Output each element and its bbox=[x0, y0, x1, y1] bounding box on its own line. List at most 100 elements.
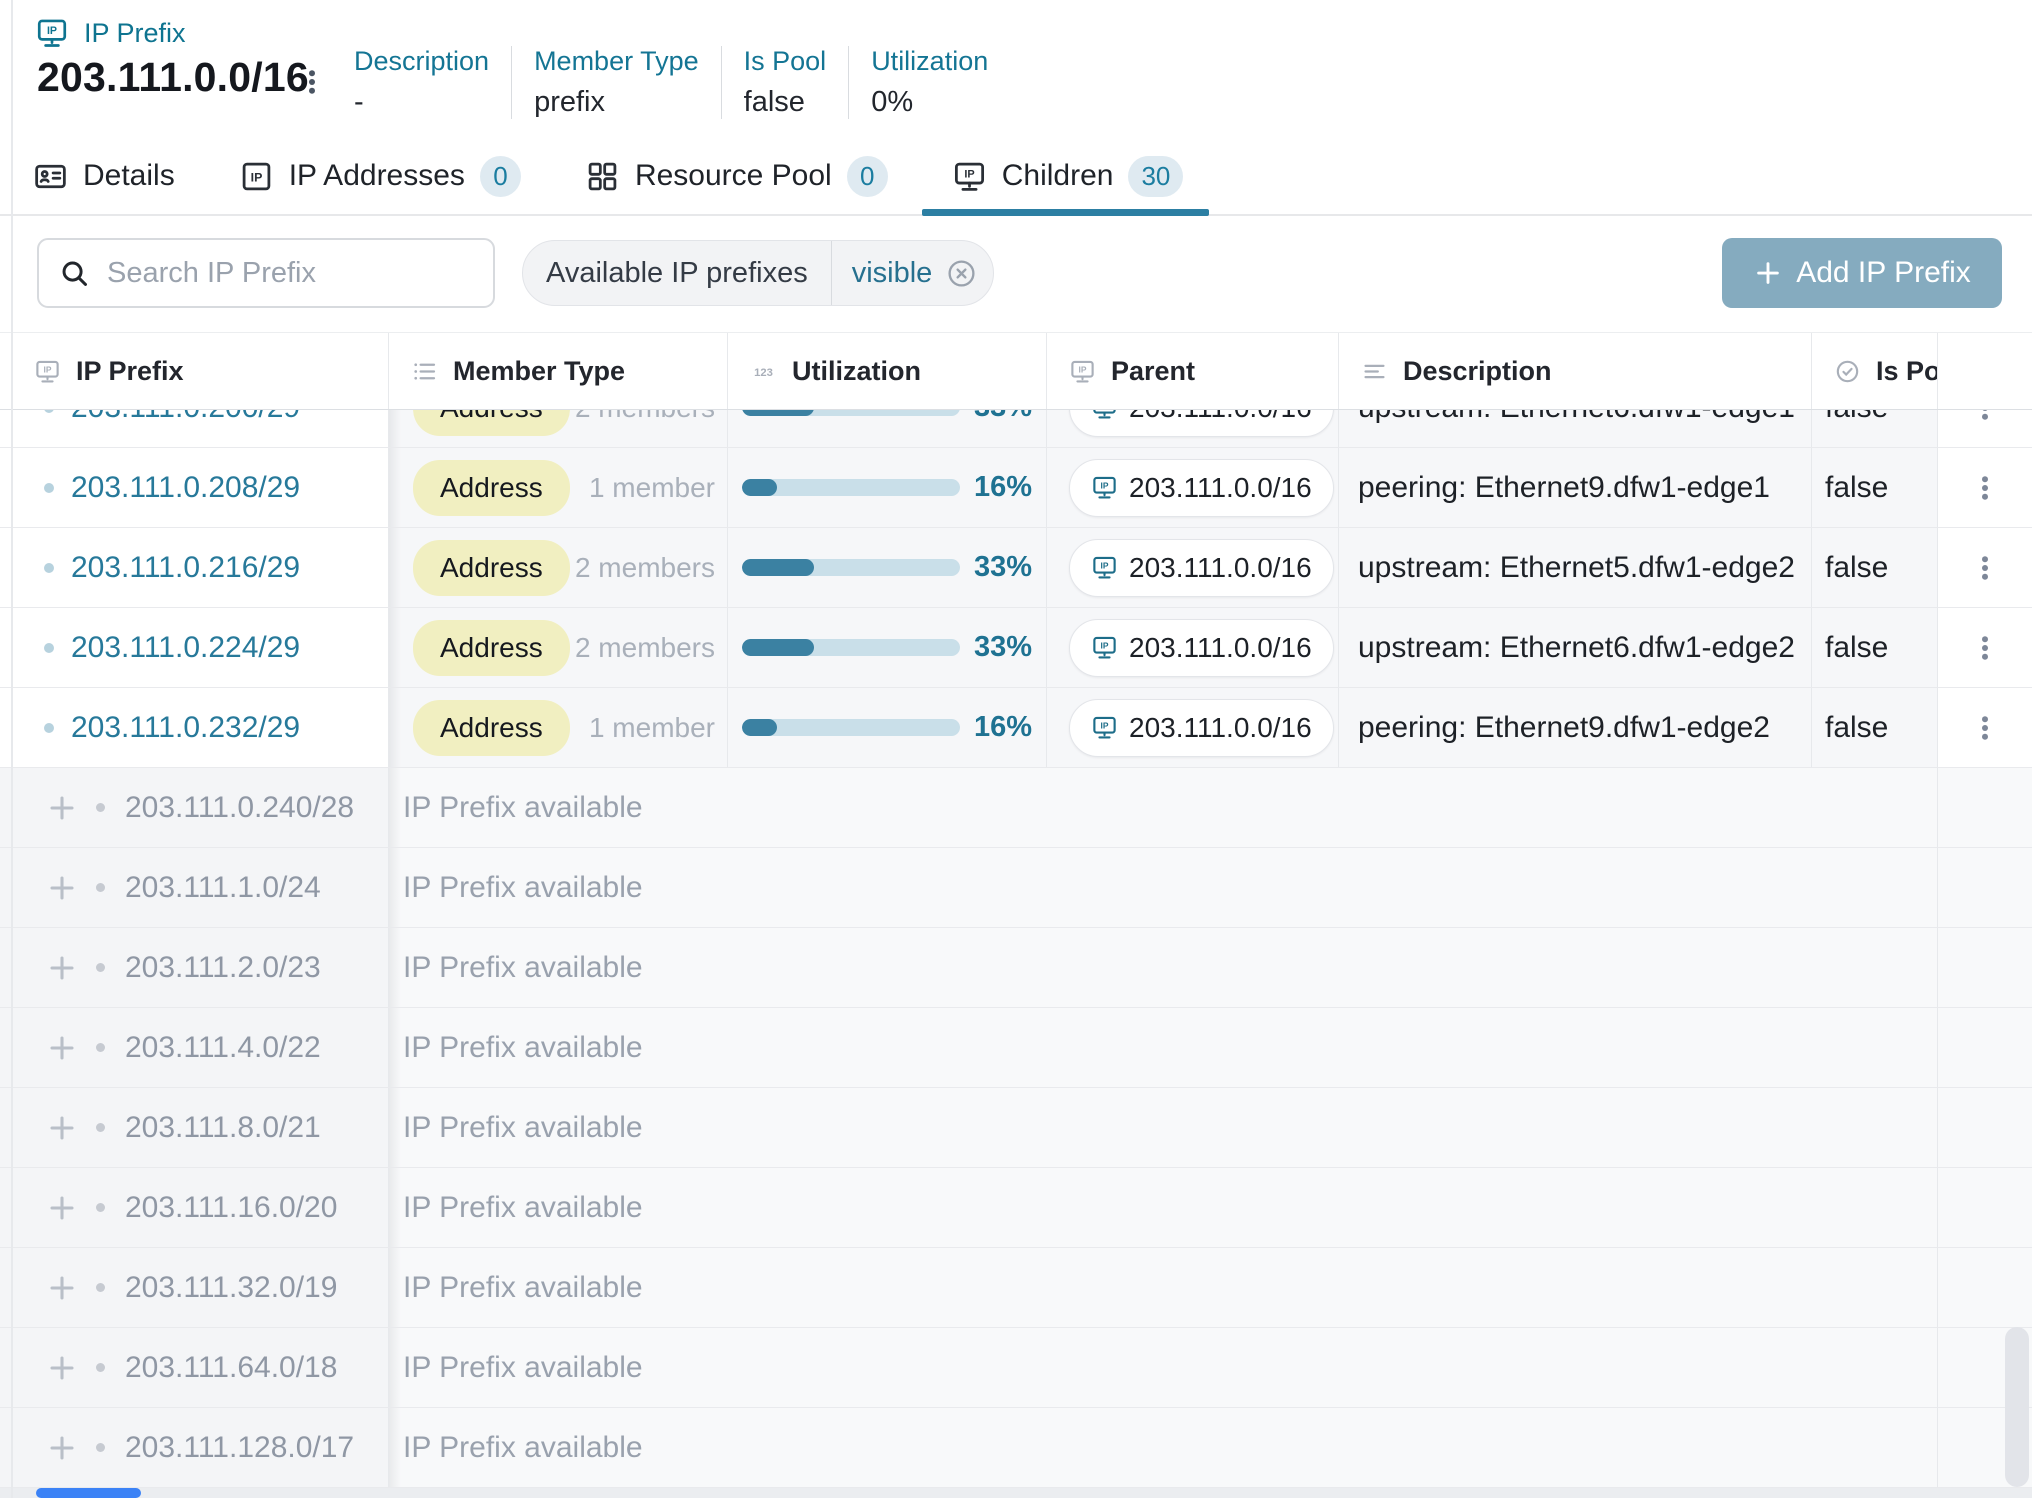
prefix-dot bbox=[96, 883, 105, 892]
create-available-prefix-button[interactable] bbox=[46, 1192, 78, 1224]
cell-member-type: Address 2 members bbox=[389, 608, 728, 687]
utilization-bar bbox=[742, 719, 960, 736]
plus-icon bbox=[46, 952, 78, 984]
plus-icon bbox=[46, 872, 78, 904]
search-icon bbox=[59, 258, 90, 289]
horizontal-scrollbar-thumb[interactable] bbox=[36, 1488, 141, 1498]
create-available-prefix-button[interactable] bbox=[46, 952, 78, 984]
create-available-prefix-button[interactable] bbox=[46, 1272, 78, 1304]
utilization-value: 33% bbox=[974, 631, 1032, 664]
utilization-bar bbox=[742, 410, 960, 416]
plus-icon bbox=[46, 1112, 78, 1144]
description-text: upstream: Ethernet6.dfw1-edge2 bbox=[1358, 631, 1795, 665]
create-available-prefix-button[interactable] bbox=[46, 1032, 78, 1064]
available-status-text: IP Prefix available bbox=[403, 1431, 643, 1465]
filter-remove-button[interactable] bbox=[938, 258, 993, 289]
plus-icon bbox=[46, 1272, 78, 1304]
cell-actions-empty bbox=[1938, 768, 2032, 847]
member-count: 2 members bbox=[575, 632, 715, 664]
cell-ip-prefix: 203.111.0.232/29 bbox=[0, 688, 389, 767]
meta-description: Description - bbox=[354, 46, 511, 119]
grid-icon bbox=[585, 159, 620, 194]
circle-x-icon bbox=[946, 258, 977, 289]
cell-ip-prefix: 203.111.0.208/29 bbox=[0, 448, 389, 527]
prefix-link[interactable]: 203.111.0.216/29 bbox=[71, 551, 300, 585]
available-prefix-row: 203.111.0.240/28 IP Prefix available bbox=[0, 768, 2032, 848]
row-actions-kebab[interactable] bbox=[1970, 553, 2000, 583]
network-monitor-icon bbox=[1091, 634, 1118, 661]
vertical-scrollbar-thumb[interactable] bbox=[2005, 1327, 2029, 1487]
row-actions-kebab[interactable] bbox=[1970, 713, 2000, 743]
available-prefix-row: 203.111.1.0/24 IP Prefix available bbox=[0, 848, 2032, 928]
prefix-table-row: 203.111.0.216/29 Address 2 members 33% 2… bbox=[0, 528, 2032, 608]
cell-member-type: Address 2 members bbox=[389, 410, 728, 447]
create-available-prefix-button[interactable] bbox=[46, 1112, 78, 1144]
tab-ip-addresses[interactable]: IP IP Addresses 0 bbox=[239, 138, 521, 214]
prefix-link[interactable]: 203.111.0.232/29 bbox=[71, 711, 300, 745]
tab-count-badge: 0 bbox=[480, 156, 521, 197]
kebab-icon bbox=[1970, 633, 2000, 663]
meta-member-type: Member Type prefix bbox=[511, 46, 721, 119]
cell-parent: 203.111.0.0/16 bbox=[1047, 528, 1339, 607]
filter-chip: Available IP prefixes visible bbox=[522, 240, 994, 306]
utilization-value: 33% bbox=[974, 551, 1032, 584]
cell-actions bbox=[1938, 410, 2032, 447]
cell-is-pool: false bbox=[1812, 688, 1938, 767]
utilization-bar-fill bbox=[742, 479, 777, 496]
cell-member-type: Address 1 member bbox=[389, 448, 728, 527]
plus-icon bbox=[46, 1352, 78, 1384]
title-actions-kebab[interactable] bbox=[290, 58, 334, 106]
plus-icon bbox=[46, 1032, 78, 1064]
create-available-prefix-button[interactable] bbox=[46, 1432, 78, 1464]
description-text: upstream: Ethernet5.dfw1-edge2 bbox=[1358, 551, 1795, 585]
member-count: 2 members bbox=[575, 552, 715, 584]
list-icon bbox=[411, 358, 438, 385]
prefix-dot bbox=[96, 1203, 105, 1212]
available-status-text: IP Prefix available bbox=[403, 1031, 643, 1065]
create-available-prefix-button[interactable] bbox=[46, 1352, 78, 1384]
row-actions-kebab[interactable] bbox=[1970, 633, 2000, 663]
row-actions-kebab[interactable] bbox=[1970, 473, 2000, 503]
tab-details[interactable]: Details bbox=[33, 138, 175, 214]
cell-utilization: 33% bbox=[728, 608, 1047, 687]
cell-available-prefix: 203.111.8.0/21 bbox=[0, 1088, 389, 1167]
prefix-table-row: 203.111.0.208/29 Address 1 member 16% 20… bbox=[0, 448, 2032, 528]
page-title: 203.111.0.0/16 bbox=[37, 54, 309, 101]
prefix-link[interactable]: 203.111.0.200/29 bbox=[71, 410, 300, 425]
tab-children[interactable]: Children 30 bbox=[952, 138, 1184, 214]
is-pool-value: false bbox=[1825, 631, 1888, 665]
network-monitor-icon bbox=[1091, 474, 1118, 501]
create-available-prefix-button[interactable] bbox=[46, 872, 78, 904]
member-type-badge: Address bbox=[413, 620, 570, 676]
object-meta: Description - Member Type prefix Is Pool… bbox=[354, 46, 1010, 119]
tab-resource-pool[interactable]: Resource Pool 0 bbox=[585, 138, 888, 214]
available-status-cell: IP Prefix available bbox=[389, 1168, 1938, 1247]
available-status-text: IP Prefix available bbox=[403, 1271, 643, 1305]
cell-actions bbox=[1938, 528, 2032, 607]
parent-prefix-label: 203.111.0.0/16 bbox=[1129, 410, 1312, 424]
available-status-text: IP Prefix available bbox=[403, 871, 643, 905]
parent-link[interactable]: 203.111.0.0/16 bbox=[1069, 699, 1334, 757]
cell-utilization: 33% bbox=[728, 410, 1047, 447]
prefix-link[interactable]: 203.111.0.224/29 bbox=[71, 631, 300, 665]
parent-link[interactable]: 203.111.0.0/16 bbox=[1069, 619, 1334, 677]
cell-parent: 203.111.0.0/16 bbox=[1047, 608, 1339, 687]
available-prefix-label: 203.111.8.0/21 bbox=[125, 1111, 321, 1145]
add-ip-prefix-button[interactable]: Add IP Prefix bbox=[1722, 238, 2002, 308]
parent-link[interactable]: 203.111.0.0/16 bbox=[1069, 410, 1334, 437]
row-actions-kebab[interactable] bbox=[1970, 410, 2000, 423]
prefix-link[interactable]: 203.111.0.208/29 bbox=[71, 471, 300, 505]
parent-link[interactable]: 203.111.0.0/16 bbox=[1069, 539, 1334, 597]
prefix-dot bbox=[44, 483, 54, 493]
plus-icon bbox=[1753, 258, 1783, 288]
text-lines-icon bbox=[1361, 358, 1388, 385]
member-type-badge: Address bbox=[413, 700, 570, 756]
available-status-cell: IP Prefix available bbox=[389, 1088, 1938, 1167]
cell-utilization: 16% bbox=[728, 688, 1047, 767]
available-prefix-row: 203.111.8.0/21 IP Prefix available bbox=[0, 1088, 2032, 1168]
parent-link[interactable]: 203.111.0.0/16 bbox=[1069, 459, 1334, 517]
create-available-prefix-button[interactable] bbox=[46, 792, 78, 824]
ip-square-icon: IP bbox=[239, 159, 274, 194]
search-input[interactable] bbox=[107, 257, 473, 290]
breadcrumb[interactable]: IP Prefix bbox=[35, 16, 186, 50]
